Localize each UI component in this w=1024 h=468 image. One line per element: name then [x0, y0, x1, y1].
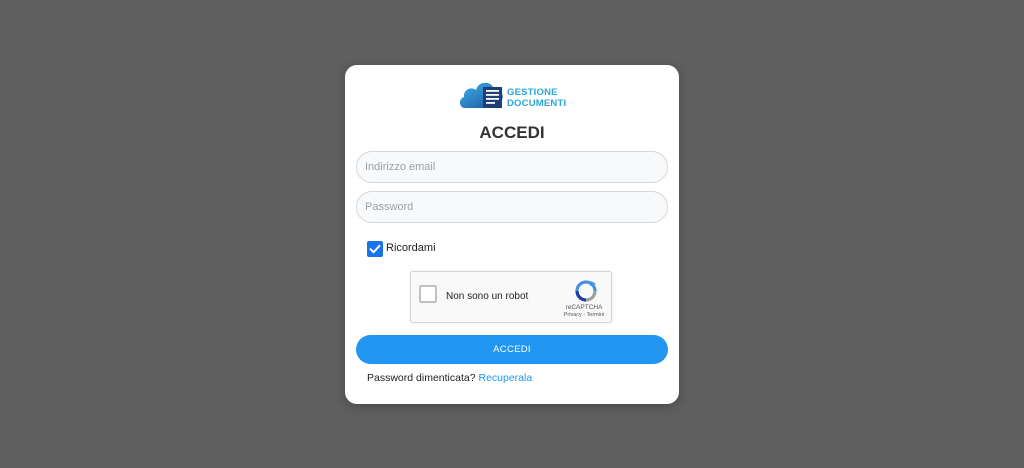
login-card: GESTIONE DOCUMENTI ACCEDI Ricordami Non … — [345, 65, 679, 404]
app-logo: GESTIONE DOCUMENTI — [457, 75, 569, 111]
password-field[interactable] — [356, 191, 668, 223]
login-button[interactable]: ACCEDI — [356, 335, 668, 364]
forgot-password: Password dimenticata? Recuperala — [367, 372, 532, 384]
recaptcha-checkbox[interactable] — [419, 285, 437, 303]
recaptcha-brand: reCAPTCHA — [565, 304, 603, 311]
recaptcha-links[interactable]: Privacy - Termini — [559, 312, 609, 318]
page-title: ACCEDI — [479, 123, 545, 142]
logo-line-2: DOCUMENTI — [507, 98, 567, 109]
recover-password-link[interactable]: Recuperala — [478, 372, 532, 384]
recaptcha-icon — [575, 280, 597, 302]
remember-checkbox[interactable] — [367, 241, 383, 257]
forgot-password-text: Password dimenticata? — [367, 372, 476, 384]
logo-line-1: GESTIONE — [507, 87, 558, 98]
logo-text: GESTIONE DOCUMENTI — [507, 87, 566, 109]
recaptcha-label: Non sono un robot — [446, 291, 529, 302]
recaptcha-widget: Non sono un robot reCAPTCHA Privacy - Te… — [410, 271, 612, 323]
checkmark-icon — [369, 244, 381, 254]
cloud-document-icon — [459, 82, 503, 108]
remember-label[interactable]: Ricordami — [386, 242, 436, 254]
email-field[interactable] — [356, 151, 668, 183]
